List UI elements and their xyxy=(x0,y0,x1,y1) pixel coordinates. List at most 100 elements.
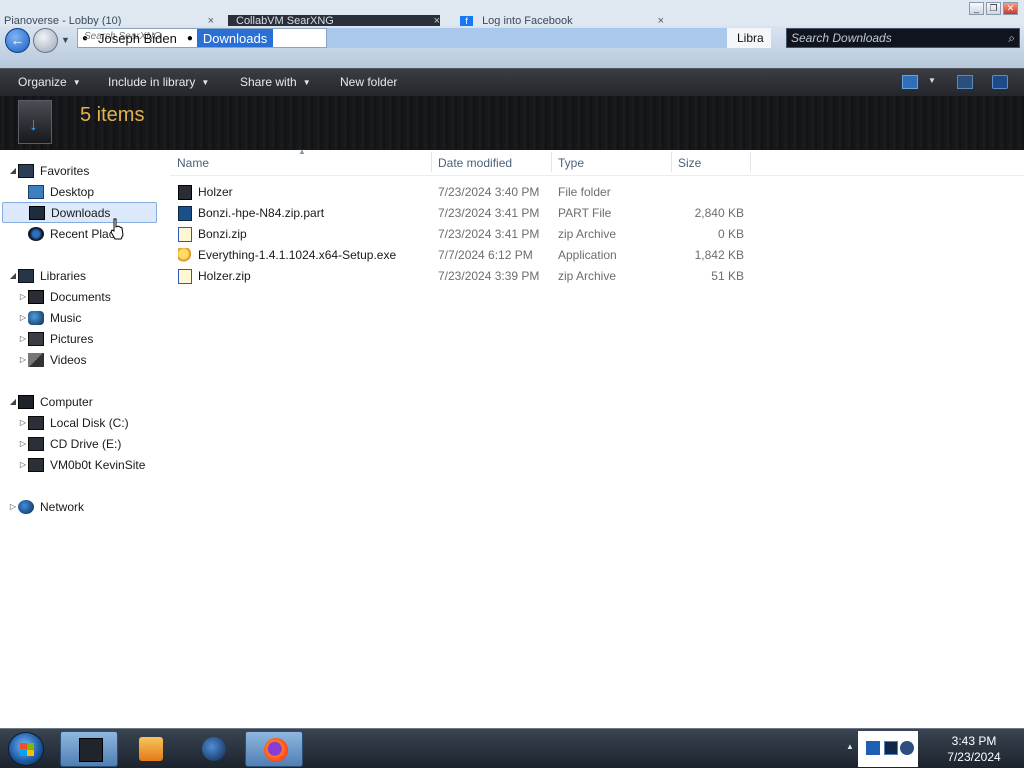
nav-recent-places[interactable]: Recent Places xyxy=(28,223,120,244)
table-row[interactable]: Bonzi.-hpe-N84.zip.part 7/23/2024 3:41 P… xyxy=(170,203,770,224)
expanded-arrow-icon[interactable]: ◢ xyxy=(8,397,18,406)
column-divider[interactable] xyxy=(431,152,432,172)
expanded-arrow-icon[interactable]: ◢ xyxy=(8,271,18,280)
hard-drive-icon xyxy=(28,415,44,430)
back-arrow-icon: ← xyxy=(10,32,25,48)
volume-icon[interactable] xyxy=(900,741,914,755)
table-row[interactable]: Holzer 7/23/2024 3:40 PM File folder xyxy=(170,182,770,203)
file-date: 7/7/2024 6:12 PM xyxy=(438,248,533,262)
nav-label: Local Disk (C:) xyxy=(50,415,129,430)
media-player-icon xyxy=(139,737,163,761)
file-name: Holzer xyxy=(198,185,233,199)
share-with-label: Share with xyxy=(240,75,297,89)
nav-local-disk[interactable]: ▷ Local Disk (C:) xyxy=(18,412,178,433)
nav-label: Libraries xyxy=(40,268,87,283)
computer-icon xyxy=(18,394,34,409)
column-header-size[interactable]: Size xyxy=(678,156,701,172)
nav-network[interactable]: ▷ Network xyxy=(8,496,168,517)
nav-pictures[interactable]: ▷ Pictures xyxy=(18,328,178,349)
item-count: 5 items xyxy=(80,104,145,126)
nav-cd-drive[interactable]: ▷ CD Drive (E:) xyxy=(18,433,178,454)
column-header-date[interactable]: Date modified xyxy=(438,156,512,172)
recent-pages-dropdown-icon[interactable]: ▼ xyxy=(61,35,70,45)
collapsed-arrow-icon[interactable]: ▷ xyxy=(18,292,28,301)
organize-button[interactable]: Organize ▼ xyxy=(18,75,81,89)
collapsed-arrow-icon[interactable]: ▷ xyxy=(8,502,18,511)
file-name: Holzer.zip xyxy=(198,269,251,283)
change-view-icon[interactable] xyxy=(902,75,918,89)
nav-desktop[interactable]: Desktop xyxy=(28,181,188,202)
downloads-folder-icon: ↓ xyxy=(18,100,52,144)
file-list: ▲ Name Date modified Type Size Holzer 7/… xyxy=(170,147,1024,728)
include-in-library-button[interactable]: Include in library ▼ xyxy=(108,75,209,89)
nav-music[interactable]: ▷ Music xyxy=(18,307,178,328)
libraries-icon xyxy=(18,268,34,283)
column-divider[interactable] xyxy=(750,152,751,172)
file-type: zip Archive xyxy=(558,269,617,283)
back-button[interactable]: ← xyxy=(5,28,30,53)
file-type: File folder xyxy=(558,185,611,199)
nav-videos[interactable]: ▷ Videos xyxy=(18,349,178,370)
collapsed-arrow-icon[interactable]: ▷ xyxy=(18,334,28,343)
view-options-chevron-icon[interactable]: ▼ xyxy=(928,76,936,85)
forward-button[interactable] xyxy=(33,28,58,53)
expanded-arrow-icon[interactable]: ◢ xyxy=(8,166,18,175)
nav-documents[interactable]: ▷ Documents xyxy=(18,286,178,307)
collapsed-arrow-icon[interactable]: ▷ xyxy=(18,418,28,427)
share-with-button[interactable]: Share with ▼ xyxy=(240,75,311,89)
table-row[interactable]: Holzer.zip 7/23/2024 3:39 PM zip Archive… xyxy=(170,266,770,287)
column-divider[interactable] xyxy=(551,152,552,172)
command-toolbar: Organize ▼ Include in library ▼ Share with… xyxy=(0,68,1024,96)
start-button[interactable] xyxy=(8,732,44,766)
breadcrumb-item-user[interactable]: Joseph Biden xyxy=(92,29,183,47)
taskbar-media-player-button[interactable] xyxy=(121,731,179,767)
breadcrumb-item-downloads[interactable]: Downloads xyxy=(196,29,274,47)
details-banner: ↓ 5 items xyxy=(0,96,1024,150)
new-folder-button[interactable]: New folder xyxy=(340,75,397,89)
taskbar-explorer-button[interactable] xyxy=(60,731,118,767)
address-bar-empty[interactable] xyxy=(327,28,727,48)
chevron-down-icon: ▼ xyxy=(72,78,81,88)
taskbar-browser-button[interactable] xyxy=(184,731,242,767)
collapsed-arrow-icon[interactable]: ▷ xyxy=(18,439,28,448)
system-tray xyxy=(858,731,918,767)
nav-downloads[interactable]: Downloads xyxy=(2,202,157,223)
clock[interactable]: 3:43 PM 7/23/2024 xyxy=(930,733,1018,765)
documents-icon xyxy=(28,289,44,304)
nav-network-share[interactable]: ▷ VM0b0t KevinSite xyxy=(18,454,164,475)
nav-favorites[interactable]: ◢ Favorites xyxy=(8,160,168,181)
action-center-icon[interactable] xyxy=(866,741,880,755)
table-row[interactable]: Everything-1.4.1.1024.x64-Setup.exe 7/7/… xyxy=(170,245,770,266)
organize-label: Organize xyxy=(18,75,67,89)
network-icon xyxy=(18,499,34,514)
search-input[interactable]: Search Downloads ⌕ xyxy=(786,28,1020,48)
nav-libraries[interactable]: ◢ Libraries xyxy=(8,265,168,286)
firefox-icon xyxy=(264,738,288,762)
cd-drive-icon xyxy=(28,436,44,451)
globe-icon xyxy=(202,737,226,761)
column-header-type[interactable]: Type xyxy=(558,156,584,172)
address-bar-overflow: Libra xyxy=(727,28,771,48)
minimize-button[interactable]: _ xyxy=(969,2,984,15)
restore-button[interactable]: ❐ xyxy=(986,2,1001,15)
network-status-icon[interactable] xyxy=(884,741,898,755)
file-date: 7/23/2024 3:41 PM xyxy=(438,227,540,241)
close-button[interactable]: ✕ xyxy=(1003,2,1018,15)
collapsed-arrow-icon[interactable]: ▷ xyxy=(18,460,28,469)
search-icon[interactable]: ⌕ xyxy=(1008,29,1015,47)
help-icon[interactable] xyxy=(992,75,1008,89)
taskbar-firefox-button[interactable] xyxy=(245,731,303,767)
breadcrumb[interactable]: Search SearXNG ● Joseph Biden ● Download… xyxy=(77,28,327,48)
nav-label: Favorites xyxy=(40,163,90,178)
column-header-name[interactable]: Name xyxy=(177,156,209,172)
column-divider[interactable] xyxy=(671,152,672,172)
collapsed-arrow-icon[interactable]: ▷ xyxy=(18,355,28,364)
sort-ascending-icon: ▲ xyxy=(298,147,306,156)
show-hidden-icons-icon[interactable]: ▲ xyxy=(846,742,854,751)
preview-pane-icon[interactable] xyxy=(957,75,973,89)
table-row[interactable]: Bonzi.zip 7/23/2024 3:41 PM zip Archive … xyxy=(170,224,770,245)
collapsed-arrow-icon[interactable]: ▷ xyxy=(18,313,28,322)
folder-icon xyxy=(178,185,192,200)
nav-computer[interactable]: ◢ Computer xyxy=(8,391,168,412)
recent-places-icon xyxy=(28,226,44,241)
